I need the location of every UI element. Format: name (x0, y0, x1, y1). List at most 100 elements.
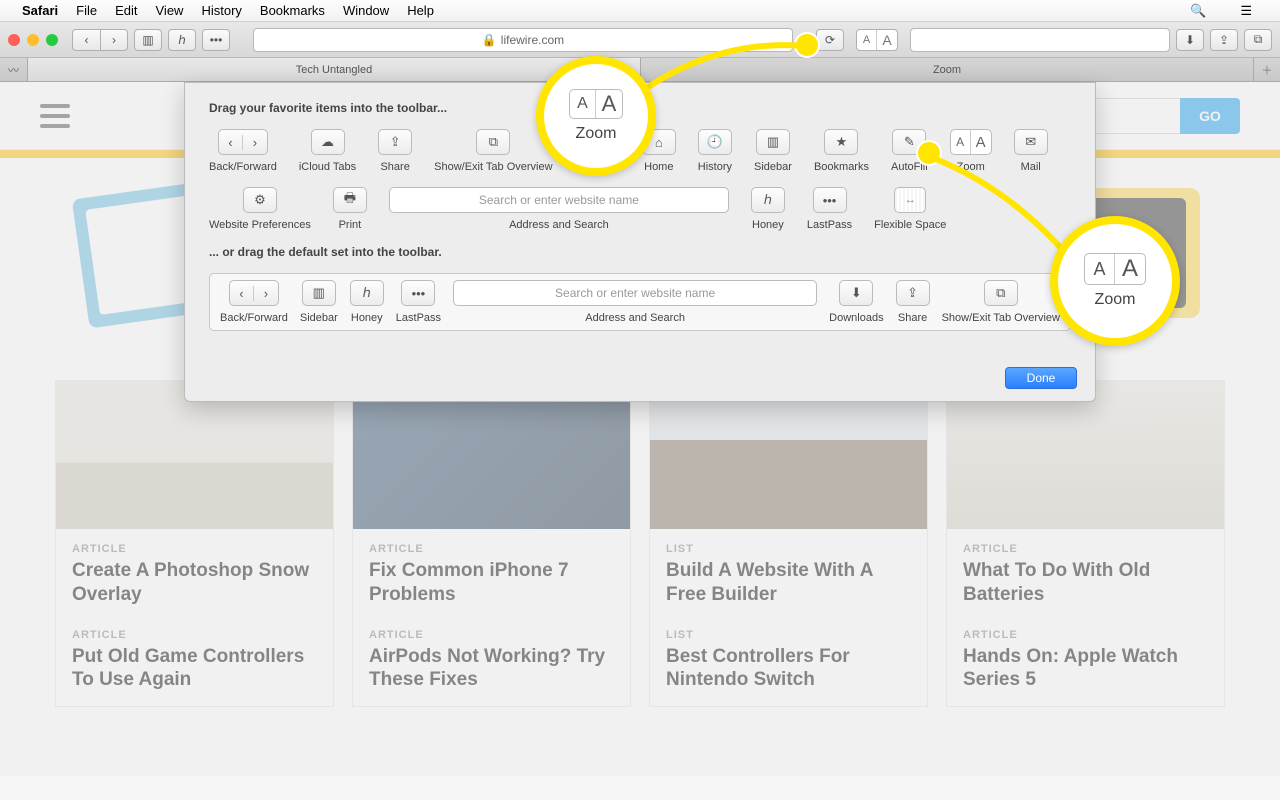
label-back-forward: Back/Forward (209, 161, 277, 173)
card-4-image (947, 381, 1224, 529)
card-2-tag2: ARTICLE (369, 629, 614, 641)
safari-toolbar: ‹› ▥ ℎ ••• 🔒 lifewire.com ⟳ AA ⬇ ⇪ ⧉ (0, 22, 1280, 58)
reload-button[interactable]: ⟳ (816, 29, 844, 51)
menu-list-icon[interactable]: ☰ (1240, 3, 1252, 19)
d-backfwd: Back/Forward (220, 312, 288, 324)
app-name[interactable]: Safari (22, 3, 58, 18)
label-zoom: Zoom (957, 161, 985, 173)
label-flexspace: Flexible Space (874, 219, 946, 231)
menu-history[interactable]: History (201, 3, 241, 18)
menu-bookmarks[interactable]: Bookmarks (260, 3, 325, 18)
default-toolbar-set[interactable]: ‹›Back/Forward ▥Sidebar ℎHoney •••LastPa… (209, 273, 1071, 331)
address-search-field: Search or enter website name (389, 187, 729, 213)
item-honey[interactable]: ℎHoney (751, 187, 785, 231)
item-print[interactable]: 🖶Print (333, 187, 367, 231)
item-web-prefs[interactable]: ⚙Website Preferences (209, 187, 311, 231)
annotation-dot-1 (796, 34, 818, 56)
zoom-icon: AA (569, 89, 623, 119)
menu-view[interactable]: View (156, 3, 184, 18)
d-address: Address and Search (585, 312, 685, 324)
card-1-image (56, 381, 333, 529)
d-address-field: Search or enter website name (453, 280, 817, 306)
callout-zoom-top-label: Zoom (576, 125, 617, 143)
label-autofill: AutoFill (891, 161, 928, 173)
d-share: Share (898, 312, 927, 324)
callout-zoom-bottom: AA Zoom (1050, 216, 1180, 346)
card-3-tag2: LIST (666, 629, 911, 641)
label-lastpass: LastPass (807, 219, 852, 231)
item-flex-space[interactable]: ↔Flexible Space (874, 187, 946, 231)
menu-file[interactable]: File (76, 3, 97, 18)
card-2-title: Fix Common iPhone 7 Problems (369, 559, 614, 607)
item-sidebar[interactable]: ▥Sidebar (754, 129, 792, 173)
card-3-title: Build A Website With A Free Builder (666, 559, 911, 607)
label-share: Share (380, 161, 409, 173)
item-back-forward[interactable]: ‹›Back/Forward (209, 129, 277, 173)
back-forward-buttons[interactable]: ‹› (72, 29, 128, 51)
d-honey: Honey (351, 312, 383, 324)
d-sidebar: Sidebar (300, 312, 338, 324)
label-home: Home (644, 161, 673, 173)
label-icloud: iCloud Tabs (299, 161, 356, 173)
go-button[interactable]: GO (1180, 98, 1240, 134)
menu-window[interactable]: Window (343, 3, 389, 18)
d-downloads: Downloads (829, 312, 883, 324)
d-lastpass: LastPass (396, 312, 441, 324)
empty-toolbar-slot (910, 28, 1170, 52)
card-4[interactable]: ARTICLE What To Do With Old Batteries AR… (946, 380, 1225, 707)
card-2-title2: AirPods Not Working? Try These Fixes (369, 645, 614, 693)
zoom-toolbar-button[interactable]: AA (856, 29, 898, 51)
zoom-icon: AA (1084, 253, 1146, 285)
hamburger-icon[interactable] (40, 104, 70, 128)
new-tab-button[interactable]: ＋ (1254, 58, 1280, 81)
item-history[interactable]: 🕘History (698, 129, 732, 173)
card-2-image (353, 381, 630, 529)
honey-button[interactable]: ℎ (168, 29, 196, 51)
tab-overview-button[interactable]: ⧉ (1244, 29, 1272, 51)
menu-edit[interactable]: Edit (115, 3, 137, 18)
label-print: Print (339, 219, 362, 231)
item-lastpass[interactable]: •••LastPass (807, 187, 852, 231)
mac-menubar: Safari File Edit View History Bookmarks … (0, 0, 1280, 22)
label-webprefs: Website Preferences (209, 219, 311, 231)
tab-2[interactable]: Zoom (641, 58, 1254, 81)
label-history: History (698, 161, 732, 173)
share-button[interactable]: ⇪ (1210, 29, 1238, 51)
card-4-tag: ARTICLE (963, 543, 1208, 555)
card-4-title: What To Do With Old Batteries (963, 559, 1208, 607)
tab-2-label: Zoom (933, 64, 961, 76)
label-honey: Honey (752, 219, 784, 231)
card-1[interactable]: ARTICLE Create A Photoshop Snow Overlay … (55, 380, 334, 707)
spotlight-icon[interactable]: 🔍 (1190, 3, 1206, 19)
card-1-title: Create A Photoshop Snow Overlay (72, 559, 317, 607)
done-button[interactable]: Done (1005, 367, 1077, 389)
downloads-button[interactable]: ⬇ (1176, 29, 1204, 51)
default-title: ... or drag the default set into the too… (209, 245, 1071, 259)
favorites-dropdown[interactable]: 〰 (0, 58, 28, 81)
item-address-search[interactable]: Search or enter website name Address and … (389, 187, 729, 231)
item-mail[interactable]: ✉Mail (1014, 129, 1048, 173)
tab-1-label: Tech Untangled (296, 64, 372, 76)
item-icloud-tabs[interactable]: ☁iCloud Tabs (299, 129, 356, 173)
card-4-title2: Hands On: Apple Watch Series 5 (963, 645, 1208, 693)
card-2-tag: ARTICLE (369, 543, 614, 555)
d-taboverview: Show/Exit Tab Overview (942, 312, 1060, 324)
card-2[interactable]: ARTICLE Fix Common iPhone 7 Problems ART… (352, 380, 631, 707)
card-3-title2: Best Controllers For Nintendo Switch (666, 645, 911, 693)
card-1-tag: ARTICLE (72, 543, 317, 555)
card-3-image (650, 381, 927, 529)
card-3[interactable]: LIST Build A Website With A Free Builder… (649, 380, 928, 707)
card-1-tag2: ARTICLE (72, 629, 317, 641)
lastpass-button[interactable]: ••• (202, 29, 230, 51)
item-tab-overview[interactable]: ⧉Show/Exit Tab Overview (434, 129, 552, 173)
label-address: Address and Search (509, 219, 609, 231)
label-mail: Mail (1021, 161, 1041, 173)
item-share[interactable]: ⇪Share (378, 129, 412, 173)
sidebar-button[interactable]: ▥ (134, 29, 162, 51)
item-bookmarks[interactable]: ★Bookmarks (814, 129, 869, 173)
address-bar[interactable]: 🔒 lifewire.com (253, 28, 793, 52)
menu-help[interactable]: Help (407, 3, 434, 18)
window-controls[interactable] (8, 34, 58, 46)
item-zoom[interactable]: AAZoom (950, 129, 992, 173)
label-bookmarks: Bookmarks (814, 161, 869, 173)
